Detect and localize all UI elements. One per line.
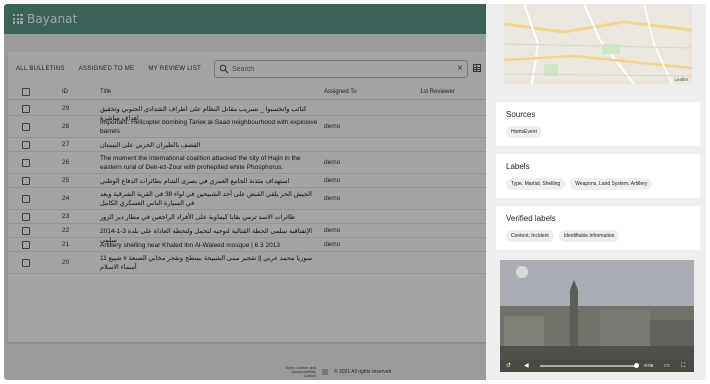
source-chip[interactable]: HomsEvent [506,126,542,138]
fullscreen-icon[interactable]: ⛶ [681,363,687,369]
footer-copyright: © 2021 All rights reserved [334,369,392,375]
sources-section: Sources HomsEvent [496,102,700,146]
labels-title: Labels [506,162,530,171]
location-map[interactable]: Leaflet [504,4,692,84]
video-progress[interactable] [540,365,636,367]
footer-logo-icon [322,369,328,375]
video-controls: ↺ ◀ -0:06 ▭ ⛶ [500,360,694,372]
page-footer: Syria Justice and Accountability Centre … [284,365,392,378]
label-chip[interactable]: Type, Martial, Shelling [506,178,566,190]
replay-icon[interactable]: ↺ [506,363,512,369]
verified-label-chip[interactable]: Identifiable Information [558,230,620,242]
pip-icon[interactable]: ▭ [664,363,670,369]
bulletin-detail-panel: Leaflet Sources HomsEvent Labels Type, M… [486,4,706,380]
verified-labels-title: Verified labels [506,214,556,223]
verified-label-chip[interactable]: Content, Incident [506,230,554,242]
footer-org-logo: Syria Justice and Accountability Centre [285,365,316,378]
video-scrubber[interactable] [634,363,639,368]
verified-labels-section: Verified labels Content, Incident Identi… [496,206,700,250]
labels-section: Labels Type, Martial, Shelling Weapons, … [496,154,700,198]
video-time: -0:06 [643,363,654,368]
video-frame [500,260,694,372]
modal-backdrop[interactable] [4,4,486,380]
map-tiles [504,4,692,84]
map-attribution[interactable]: Leaflet [674,77,688,82]
app-window: Bayanat ALL BULLETINS ASSIGNED TO ME MY … [4,4,706,380]
sources-title: Sources [506,110,536,119]
volume-icon[interactable]: ◀ [524,363,530,369]
label-chip[interactable]: Weapons, Land System, Artillery [570,178,653,190]
media-video-player[interactable]: ↺ ◀ -0:06 ▭ ⛶ [500,260,694,372]
